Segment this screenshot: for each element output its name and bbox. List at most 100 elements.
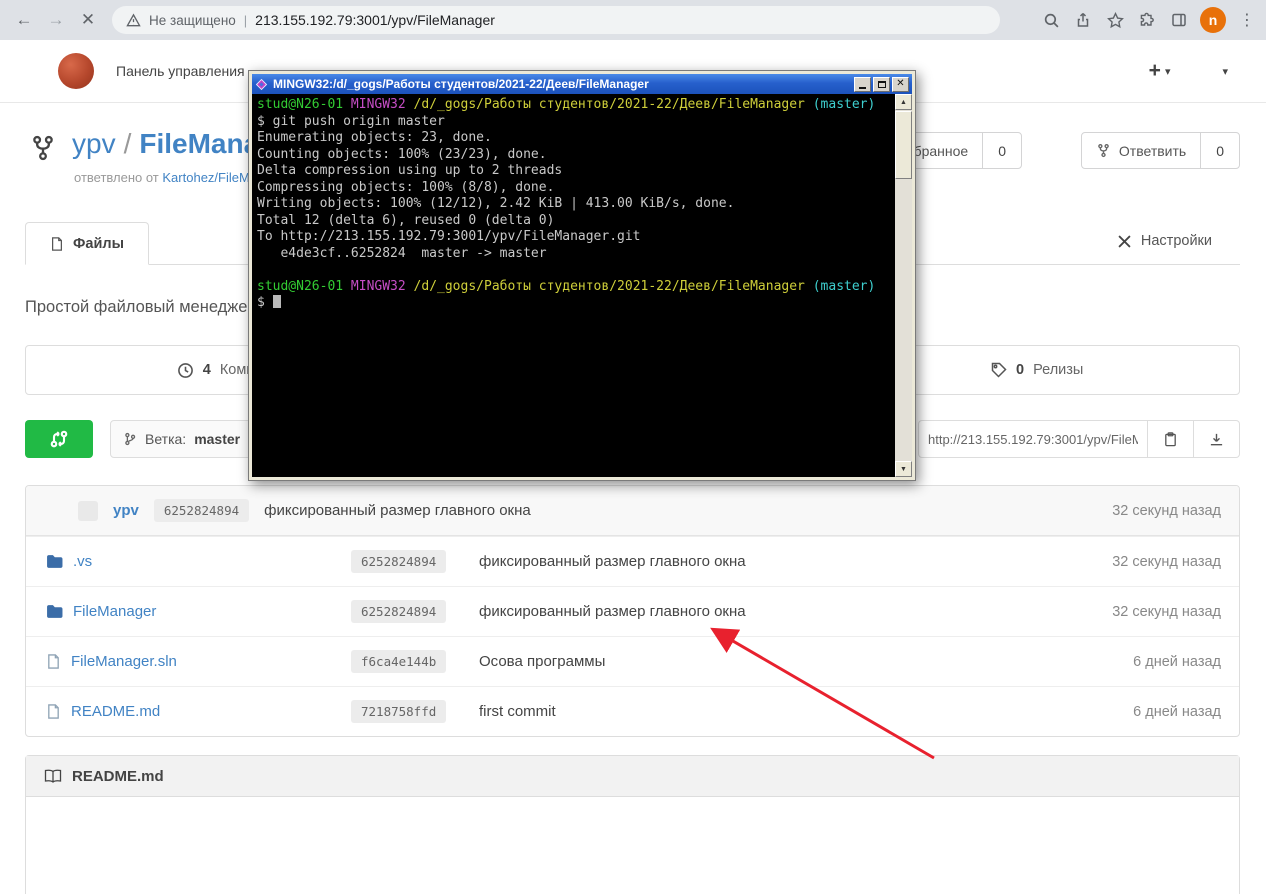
folder-icon [46,604,63,619]
gogs-logo-icon[interactable] [58,53,94,89]
clipboard-icon [1163,432,1178,447]
star-count[interactable]: 0 [982,133,1021,168]
commit-age: 6 дней назад [1133,704,1239,720]
bookmark-star-icon[interactable] [1104,9,1126,31]
commit-age: 6 дней назад [1133,654,1239,670]
warning-icon [126,13,141,28]
readme-panel: README.md [25,755,1240,894]
file-link[interactable]: .vs [73,553,92,570]
terminal-output: stud@N26-01 MINGW32 /d/_gogs/Работы студ… [252,94,895,315]
readme-title: README.md [72,768,164,785]
security-label: Не защищено [149,13,236,28]
terminal-command-line: $ git push origin master [257,114,890,131]
terminal-scrollbar[interactable]: ▲ ▼ [895,94,912,477]
file-icon [46,704,61,719]
plus-icon: + [1149,59,1161,83]
blank-line [257,262,890,279]
file-link[interactable]: FileManager.sln [71,653,177,670]
msys-icon [255,78,268,91]
close-button[interactable]: ✕ [892,77,909,92]
terminal-body[interactable]: stud@N26-01 MINGW32 /d/_gogs/Работы студ… [252,94,912,477]
repo-owner-link[interactable]: ypv [72,128,116,159]
author-avatar [78,501,98,521]
fork-count[interactable]: 0 [1200,133,1239,168]
commit-age: 32 секунд назад [1112,503,1221,519]
browser-profile-avatar[interactable]: n [1200,7,1226,33]
history-icon [177,362,194,379]
commit-sha-badge[interactable]: 6252824894 [351,600,446,623]
scroll-down-icon[interactable]: ▼ [895,461,912,477]
copy-url-button[interactable] [1148,420,1194,458]
browser-menu-icon[interactable]: ⋮ [1236,9,1258,31]
file-link[interactable]: README.md [71,703,160,720]
forward-icon[interactable]: → [40,10,72,30]
clone-url-input[interactable] [918,420,1148,458]
file-icon [50,237,64,251]
table-row: README.md 7218758ffd first commit 6 дней… [26,686,1239,736]
commit-sha-badge[interactable]: 6252824894 [154,499,249,522]
file-link[interactable]: FileManager [73,603,156,620]
clone-url-widget [918,420,1240,458]
chevron-down-icon: ▾ [1165,65,1171,78]
repo-description: Простой файловый менеджер [25,298,257,317]
address-bar[interactable]: Не защищено | 213.155.192.79:3001/ypv/Fi… [112,6,1000,34]
commit-message[interactable]: фиксированный размер главного окна [264,502,531,519]
commit-sha-badge[interactable]: f6ca4e144b [351,650,446,673]
browser-actions: n ⋮ [1040,7,1266,33]
latest-commit-row: ypv 6252824894 фиксированный размер глав… [26,486,1239,536]
commit-age: 32 секунд назад [1112,604,1239,620]
table-row: .vs 6252824894 фиксированный размер глав… [26,536,1239,586]
commit-message[interactable]: фиксированный размер главного окна [479,553,1112,570]
screen: ← → ✕ Не защищено | 213.155.192.79:3001/… [0,0,1266,894]
commit-message[interactable]: фиксированный размер главного окна [479,603,1112,620]
table-row: FileManager 6252824894 фиксированный раз… [26,586,1239,636]
fork-button[interactable]: Ответвить [1082,133,1200,168]
back-icon[interactable]: ← [8,10,40,30]
browser-toolbar: ← → ✕ Не защищено | 213.155.192.79:3001/… [0,0,1266,40]
terminal-prompt-line: stud@N26-01 MINGW32 /d/_gogs/Работы студ… [257,279,890,296]
commit-message[interactable]: first commit [479,703,1133,720]
nav-dashboard[interactable]: Панель управления [116,63,245,79]
chevron-down-icon: ▾ [1222,65,1228,78]
user-menu-button[interactable]: ▾ [1222,65,1228,78]
url-text: 213.155.192.79:3001/ypv/FileManager [255,12,495,28]
fork-icon [1096,143,1111,158]
book-icon [44,769,62,783]
terminal-window: MINGW32:/d/_gogs/Работы студентов/2021-2… [248,70,916,481]
minimize-icon [859,87,866,89]
download-button[interactable] [1194,420,1240,458]
maximize-button[interactable] [873,77,890,92]
commit-sha-badge[interactable]: 6252824894 [351,550,446,573]
terminal-prompt-line: stud@N26-01 MINGW32 /d/_gogs/Работы студ… [257,97,890,114]
close-icon: ✕ [896,79,904,89]
share-icon[interactable] [1072,9,1094,31]
file-icon [46,654,61,669]
create-new-button[interactable]: + ▾ [1149,59,1171,83]
maximize-icon [878,81,886,88]
terminal-title: MINGW32:/d/_gogs/Работы студентов/2021-2… [273,77,849,91]
scroll-up-icon[interactable]: ▲ [895,94,912,110]
scrollbar-thumb[interactable] [895,111,912,179]
tools-icon [1117,234,1132,249]
stop-icon[interactable]: ✕ [72,10,104,30]
commit-message[interactable]: Осова программы [479,653,1133,670]
terminal-titlebar[interactable]: MINGW32:/d/_gogs/Работы студентов/2021-2… [252,74,912,94]
zoom-icon[interactable] [1040,9,1062,31]
title-separator: / [124,128,132,159]
tab-files[interactable]: Файлы [25,222,149,265]
fork-button-group: Ответвить 0 [1081,132,1240,169]
terminal-input-line: $ [257,295,890,312]
git-compare-icon [49,429,69,449]
readme-header: README.md [26,756,1239,797]
compare-button[interactable] [25,420,93,458]
table-row: FileManager.sln f6ca4e144b Осова програм… [26,636,1239,686]
commit-sha-badge[interactable]: 7218758ffd [351,700,446,723]
minimize-button[interactable] [854,77,871,92]
commit-author-link[interactable]: ypv [113,502,139,519]
tag-icon [991,362,1007,378]
tab-settings[interactable]: Настройки [1117,233,1212,249]
extensions-icon[interactable] [1136,9,1158,31]
download-icon [1209,432,1224,447]
folder-icon [46,554,63,569]
side-panel-icon[interactable] [1168,9,1190,31]
